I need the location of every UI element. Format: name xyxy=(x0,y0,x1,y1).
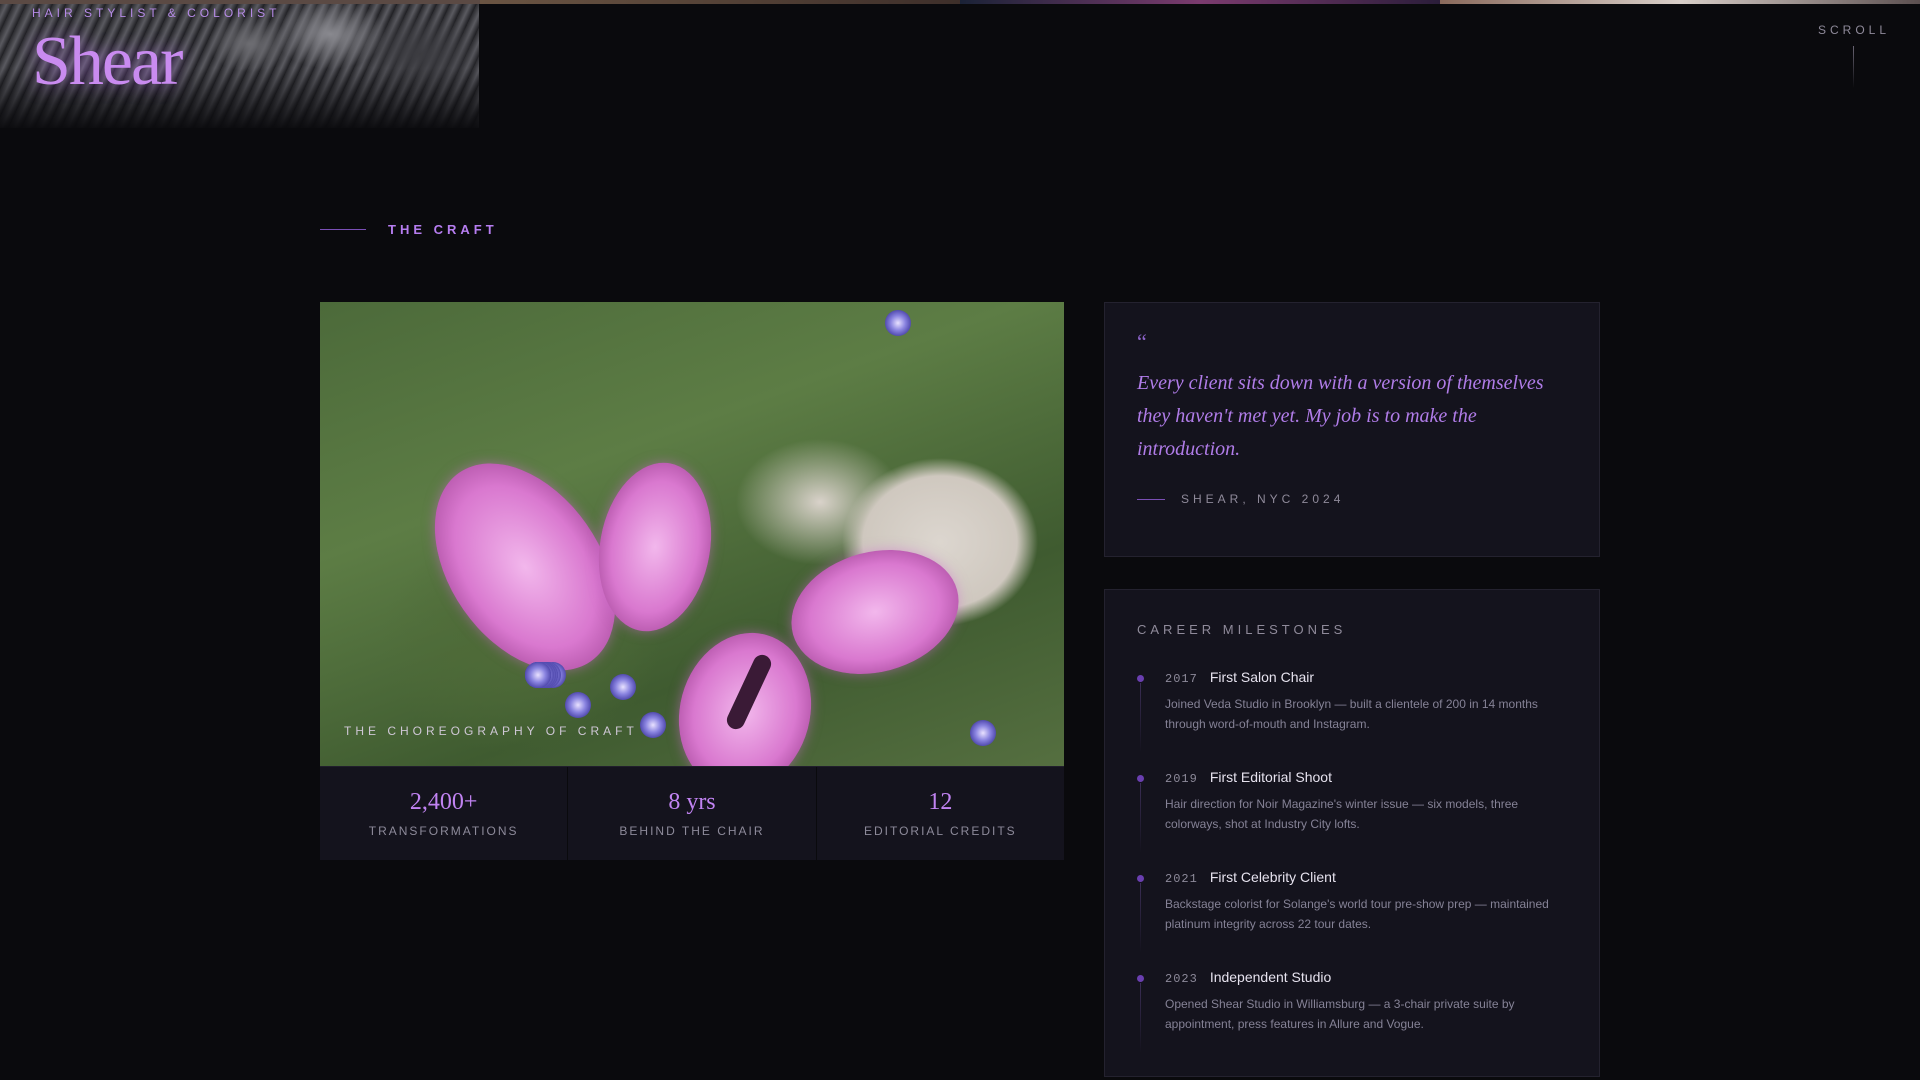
gallery-thumb[interactable] xyxy=(480,0,960,4)
stat-label: EDITORIAL CREDITS xyxy=(863,824,1017,838)
butterfly-wing xyxy=(777,532,973,692)
section-header: THE CRAFT xyxy=(320,222,498,237)
milestone-item: 2017 First Salon Chair Joined Veda Studi… xyxy=(1137,669,1567,769)
hero-title: Shear xyxy=(32,23,183,100)
milestone-year: 2019 xyxy=(1165,772,1198,786)
stat-transformations: 2,400+ TRANSFORMATIONS xyxy=(320,767,569,860)
timeline-line xyxy=(1140,683,1141,753)
gallery-thumb[interactable] xyxy=(1440,0,1920,4)
quote-signature: SHEAR, NYC 2024 xyxy=(1137,492,1567,506)
milestone-heading: 2019 First Editorial Shoot xyxy=(1165,769,1567,786)
stat-value: 8 yrs xyxy=(668,789,716,815)
timeline-dot-icon xyxy=(1137,675,1144,682)
timeline-dot-icon xyxy=(1137,775,1144,782)
stat-label: TRANSFORMATIONS xyxy=(368,824,519,838)
milestone-description: Joined Veda Studio in Brooklyn — built a… xyxy=(1165,697,1538,731)
hero-eyebrow: HAIR STYLIST & COLORIST xyxy=(32,6,281,20)
page: HAIR STYLIST & COLORIST Shear SCROLL THE… xyxy=(0,0,1920,1080)
signature-divider xyxy=(1137,498,1165,500)
stats-bar: 2,400+ TRANSFORMATIONS 8 yrs BEHIND THE … xyxy=(320,766,1064,860)
milestone-description: Opened Shear Studio in Williamsburg — a … xyxy=(1165,997,1515,1031)
milestone-year: 2021 xyxy=(1165,872,1198,886)
milestone-year: 2017 xyxy=(1165,672,1198,686)
milestone-item: 2023 Independent Studio Opened Shear Stu… xyxy=(1137,969,1567,1069)
timeline-dot-icon xyxy=(1137,875,1144,882)
milestone-heading: 2023 Independent Studio xyxy=(1165,969,1567,986)
timeline-line xyxy=(1140,783,1141,853)
timeline-line xyxy=(1140,983,1141,1053)
career-milestones-card: CAREER MILESTONES 2017 First Salon Chair… xyxy=(1104,589,1600,1077)
quote-text: Every client sits down with a version of… xyxy=(1137,372,1544,460)
milestone-title: First Editorial Shoot xyxy=(1209,769,1332,785)
milestone-item: 2019 First Editorial Shoot Hair directio… xyxy=(1137,769,1567,869)
milestone-heading: 2017 First Salon Chair xyxy=(1165,669,1567,686)
milestone-heading: 2021 First Celebrity Client xyxy=(1165,869,1567,886)
stat-value: 12 xyxy=(928,789,953,815)
timeline-dot-icon xyxy=(1137,975,1144,982)
flower xyxy=(565,692,591,718)
milestone-title: Independent Studio xyxy=(1209,969,1332,985)
flower xyxy=(610,674,636,700)
stat-experience: 8 yrs BEHIND THE CHAIR xyxy=(568,767,817,860)
milestones-title: CAREER MILESTONES xyxy=(1137,622,1347,637)
quote-mark-icon: “ xyxy=(1137,329,1147,354)
milestone-description: Hair direction for Noir Magazine's winte… xyxy=(1165,797,1519,831)
gallery-thumb[interactable] xyxy=(960,0,1440,4)
stat-label: BEHIND THE CHAIR xyxy=(619,824,765,838)
hero-image: HAIR STYLIST & COLORIST Shear xyxy=(0,4,479,128)
timeline-line xyxy=(1140,883,1141,953)
flower xyxy=(640,712,666,738)
milestone-year: 2023 xyxy=(1165,972,1198,986)
flower xyxy=(885,310,911,336)
milestone-item: 2021 First Celebrity Client Backstage co… xyxy=(1137,869,1567,969)
milestone-title: First Celebrity Client xyxy=(1209,869,1336,885)
quote-card: “ Every client sits down with a version … xyxy=(1104,302,1600,557)
feature-caption: THE CHOREOGRAPHY OF CRAFT xyxy=(344,724,638,738)
milestone-description: Backstage colorist for Solange's world t… xyxy=(1165,897,1549,931)
milestones-list: 2017 First Salon Chair Joined Veda Studi… xyxy=(1137,669,1567,1069)
milestone-title: First Salon Chair xyxy=(1209,669,1315,685)
signature-text: SHEAR, NYC 2024 xyxy=(1181,492,1345,506)
flower xyxy=(525,662,551,688)
flower xyxy=(970,720,996,746)
feature-image: THE CHOREOGRAPHY OF CRAFT xyxy=(320,302,1064,766)
stat-value: 2,400+ xyxy=(409,789,478,815)
stat-editorial-credits: 12 EDITORIAL CREDITS xyxy=(817,767,1064,860)
section-divider xyxy=(320,229,366,230)
section-title: THE CRAFT xyxy=(388,222,498,237)
scroll-label[interactable]: SCROLL xyxy=(1818,23,1890,37)
scroll-indicator-line xyxy=(1853,46,1854,88)
